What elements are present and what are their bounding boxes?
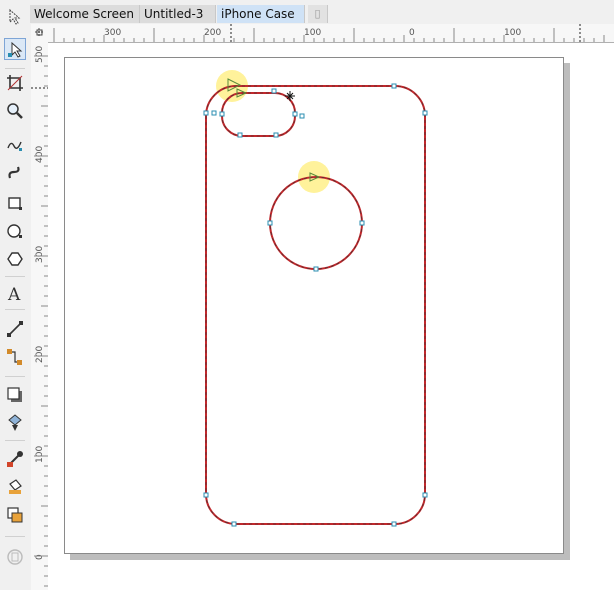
phone-case-selection (205, 85, 426, 525)
node-handle[interactable] (299, 113, 305, 119)
node-handle[interactable] (313, 266, 319, 272)
node-handle[interactable] (237, 132, 243, 138)
transparency-icon (8, 414, 22, 431)
node-handle[interactable] (292, 111, 298, 117)
ruler-origin-icon (35, 28, 44, 37)
drawing-canvas[interactable] (48, 43, 614, 590)
text-a-icon: A (7, 285, 21, 302)
node-handle[interactable] (203, 110, 209, 116)
drop-shadow-icon (7, 387, 22, 402)
interactive-fill-tool[interactable] (4, 476, 26, 498)
eyedropper-tool[interactable] (4, 448, 26, 470)
rectangle-tool[interactable] (4, 192, 26, 214)
vruler-label: 100 (35, 446, 45, 463)
hruler-label: 100 (504, 28, 521, 38)
node-handle[interactable] (267, 220, 273, 226)
polygon-tool[interactable] (4, 248, 26, 270)
node-handle[interactable] (391, 521, 397, 527)
node-handle[interactable] (219, 111, 225, 117)
tab-iphone-case[interactable]: iPhone Case (217, 5, 305, 23)
add-tool-button[interactable] (4, 546, 26, 568)
artistic-media-tool[interactable] (4, 162, 26, 184)
ellipse-tool[interactable] (4, 220, 26, 242)
node-handle[interactable] (273, 132, 279, 138)
drop-shadow-tool[interactable] (4, 384, 26, 406)
node-handle[interactable] (203, 492, 209, 498)
connector-icon (7, 349, 22, 365)
eyedropper-icon (7, 451, 23, 467)
plus-circle-icon (7, 549, 23, 565)
transparency-tool[interactable] (4, 412, 26, 434)
hruler-label: 200 (204, 28, 221, 38)
node-handles[interactable] (203, 83, 428, 527)
tab-untitled-3[interactable]: Untitled-3 (140, 5, 216, 23)
svg-text:A: A (7, 285, 21, 302)
document-tab-bar: Welcome Screen Untitled-3 iPhone Case ▯ (0, 0, 614, 25)
vertical-ruler[interactable]: 500 400 300 200 100 0 (31, 42, 49, 590)
node-handle[interactable] (359, 220, 365, 226)
new-document-tab-icon: ▯ (314, 7, 321, 20)
ellipse-icon (7, 224, 22, 238)
artwork[interactable] (48, 43, 614, 590)
phone-case-outline[interactable] (205, 85, 426, 525)
dimension-icon (7, 321, 23, 337)
toolbox: A (0, 8, 32, 590)
text-tool[interactable]: A (4, 282, 26, 304)
vruler-label: 500 (35, 46, 45, 63)
freehand-tool[interactable] (4, 134, 26, 156)
rectangle-icon (8, 197, 22, 210)
smart-fill-icon (7, 507, 23, 523)
vruler-label: 300 (35, 246, 45, 263)
crop-tool[interactable] (4, 72, 26, 94)
parallel-dimension-tool[interactable] (4, 318, 26, 340)
hruler-label: 0 (409, 28, 415, 38)
zoom-tool[interactable] (4, 100, 26, 122)
node-handle[interactable] (391, 83, 397, 89)
node-handle[interactable] (211, 110, 217, 116)
fill-bucket-icon (9, 479, 22, 494)
shape-cursor-icon (285, 91, 295, 101)
node-handle[interactable] (231, 521, 237, 527)
shape-node-icon (8, 41, 23, 58)
hruler-label: 300 (104, 28, 121, 38)
pick-tool[interactable] (4, 6, 26, 28)
node-handle[interactable] (422, 492, 428, 498)
node-handle[interactable] (422, 110, 428, 116)
artistic-brush-icon (8, 166, 20, 179)
tab-welcome-screen[interactable]: Welcome Screen (30, 5, 140, 23)
freehand-curve-icon (7, 141, 22, 151)
crop-icon (7, 75, 23, 91)
node-handle[interactable] (271, 88, 277, 94)
shape-tool[interactable] (4, 38, 26, 60)
polygon-icon (7, 252, 23, 266)
new-document-tab[interactable]: ▯ (308, 5, 328, 23)
vruler-label: 400 (35, 146, 45, 163)
smart-fill-tool[interactable] (4, 504, 26, 526)
horizontal-ruler[interactable]: 300 200 100 0 100 (48, 24, 614, 43)
vruler-label: 200 (35, 346, 45, 363)
connector-tool[interactable] (4, 346, 26, 368)
pick-arrow-icon (9, 8, 21, 25)
vruler-label: 0 (35, 554, 45, 560)
magnifier-icon (7, 103, 23, 119)
ruler-origin[interactable] (31, 24, 49, 43)
hruler-label: 100 (304, 28, 321, 38)
